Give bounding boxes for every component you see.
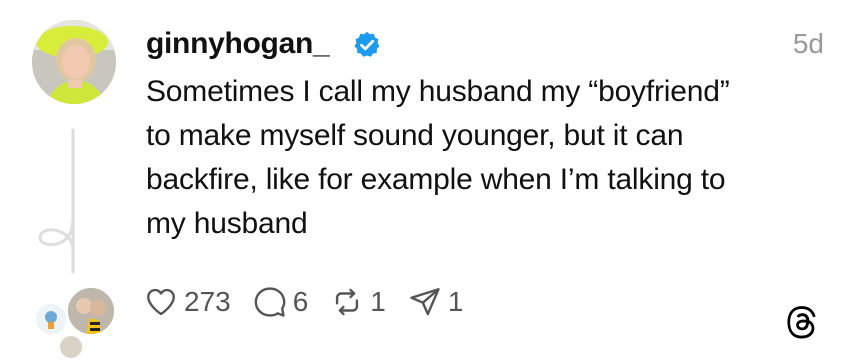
send-arrow-icon [410, 288, 440, 316]
like-count: 273 [184, 286, 231, 317]
post-text-line: backfire, like for example when I’m talk… [146, 163, 726, 196]
post-timestamp: 5d [792, 28, 824, 59]
post-text-line: my husband [146, 207, 308, 240]
repost-button[interactable]: 1 [330, 285, 386, 319]
author-avatar[interactable] [32, 20, 116, 104]
threads-logo-icon[interactable] [784, 304, 820, 340]
verified-badge-icon [354, 31, 380, 57]
action-bar: 273 6 1 1 [144, 280, 485, 324]
reply-button[interactable]: 6 [253, 285, 309, 319]
speech-bubble-icon [254, 287, 286, 317]
like-button[interactable]: 273 [144, 285, 231, 319]
post-text-line: Sometimes I call my husband my “boyfrien… [146, 75, 730, 108]
reply-count: 6 [292, 286, 309, 317]
repost-arrows-icon [336, 288, 359, 316]
heart-icon [147, 288, 175, 316]
threads-post: ginnyhogan_ 5d Sometimes I call my husba… [0, 0, 856, 360]
post-text-line: to make myself sound younger, but it can [146, 119, 684, 152]
reply-avatars[interactable] [28, 284, 128, 360]
repost-count: 1 [370, 286, 386, 317]
share-button[interactable]: 1 [408, 285, 464, 319]
author-username[interactable]: ginnyhogan_ [146, 24, 330, 64]
reply-avatar [58, 334, 84, 360]
thread-connector-line [38, 128, 75, 274]
reply-avatar [66, 286, 116, 336]
share-count: 1 [447, 286, 464, 317]
reply-avatar [34, 302, 68, 336]
post-body: Sometimes I call my husband my “boyfrien… [146, 70, 836, 246]
